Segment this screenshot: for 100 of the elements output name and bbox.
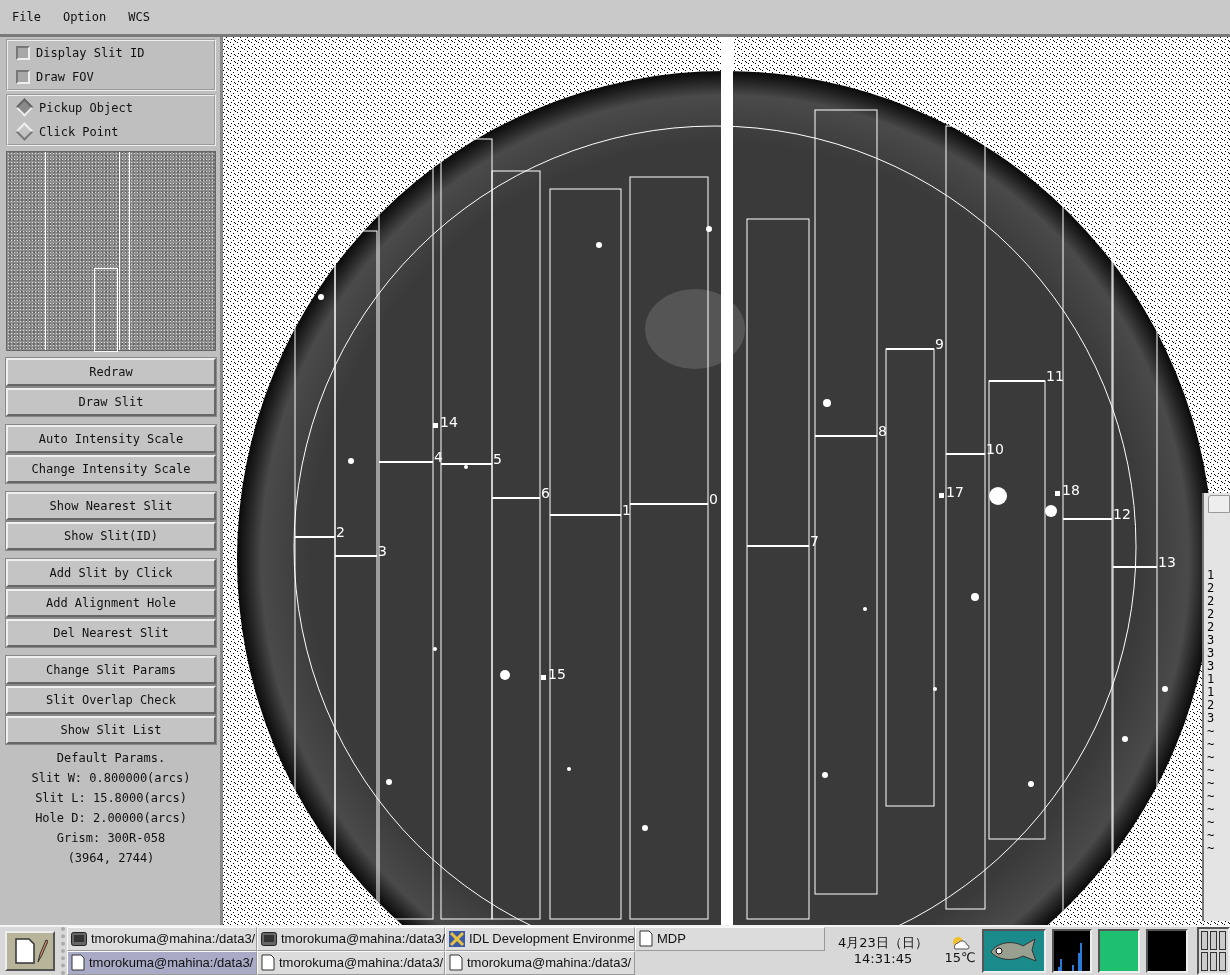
command-button[interactable]: Show Slit List [6, 715, 216, 744]
checkbox[interactable] [16, 69, 30, 84]
command-button[interactable]: Draw Slit [6, 387, 216, 416]
terminal-line: ~ [1207, 776, 1216, 790]
memory-meter [1098, 928, 1140, 973]
command-button[interactable]: Show Slit(ID) [6, 521, 216, 550]
terminal-icon [261, 931, 277, 946]
terminal-line: ~ [1207, 737, 1216, 751]
command-button[interactable]: Slit Overlap Check [6, 685, 216, 714]
menu-item[interactable]: File [12, 9, 41, 24]
workspace-thumbnail[interactable] [1210, 930, 1217, 950]
terminal-line: 1 [1207, 568, 1216, 582]
document-icon [449, 954, 463, 972]
menu-item[interactable]: Option [62, 9, 107, 24]
terminal-line: ~ [1207, 763, 1216, 777]
hole-marker [541, 674, 546, 680]
terminal-line: 2 [1207, 581, 1216, 595]
slit-label: 1 [622, 501, 631, 518]
time-text: 14:31:45 [853, 950, 913, 967]
weather-icon [950, 936, 970, 951]
slit-label: 5 [493, 450, 502, 467]
param-text: Grism: 300R-058 [56, 830, 166, 845]
slit-label: 3 [378, 542, 387, 559]
hole-label: 17 [946, 483, 964, 500]
terminal-line: ~ [1207, 802, 1216, 816]
hole-marker [1055, 490, 1060, 496]
terminal-line: 3 [1207, 646, 1216, 660]
terminal-icon [71, 931, 87, 946]
task-button[interactable]: tmorokuma@mahina:/data3/ [445, 950, 635, 975]
command-button[interactable]: Del Nearest Slit [6, 618, 216, 647]
task-button[interactable]: tmorokuma@mahina:/data3/ [257, 926, 445, 951]
slit-label: 6 [541, 484, 550, 501]
slit-label: 13 [1158, 553, 1176, 570]
command-button[interactable]: Auto Intensity Scale [6, 424, 216, 453]
slit-label: 12 [1113, 505, 1131, 522]
hole-label: 18 [1062, 481, 1080, 498]
temperature-text: 15℃ [944, 950, 976, 966]
param-text: (3964, 2744) [67, 850, 155, 865]
hole-label: 14 [440, 413, 458, 430]
slit-label: 7 [810, 532, 819, 549]
param-text: Slit W: 0.800000(arcs) [31, 770, 191, 785]
terminal-line: 2 [1207, 607, 1216, 621]
slit-label: 8 [878, 422, 887, 439]
terminal-line: 2 [1207, 698, 1216, 712]
slit-label: 0 [709, 490, 718, 507]
document-icon [639, 930, 653, 948]
slit-label: 4 [434, 448, 443, 465]
workspace-thumbnail[interactable] [1219, 951, 1226, 971]
checkbox[interactable] [16, 45, 30, 60]
task-button[interactable]: tmorokuma@mahina:/data3/ [257, 950, 445, 975]
terminal-line: ~ [1207, 724, 1216, 738]
terminal-line: 2 [1207, 594, 1216, 608]
terminal-line: ~ [1207, 841, 1216, 855]
slit-label: 11 [1046, 367, 1064, 384]
command-button[interactable]: Add Alignment Hole [6, 588, 216, 617]
network-monitor [1146, 928, 1188, 973]
workspace-thumbnail[interactable] [1219, 930, 1226, 950]
notepad-icon [12, 935, 48, 966]
command-button[interactable]: Change Slit Params [6, 655, 216, 684]
param-text: Hole D: 2.00000(arcs) [35, 810, 187, 825]
command-button[interactable]: Add Slit by Click [6, 558, 216, 587]
terminal-line: ~ [1207, 828, 1216, 842]
hole-marker [939, 492, 944, 498]
hole-label: 15 [548, 665, 566, 682]
document-icon [261, 954, 275, 972]
checkbox-label: Display Slit ID [36, 45, 145, 60]
workspace-thumbnail[interactable] [1210, 951, 1217, 971]
slit-label: 9 [935, 335, 944, 352]
task-button[interactable]: tmorokuma@mahina:/data3/ [67, 950, 257, 975]
terminal-line: 3 [1207, 659, 1216, 673]
command-button[interactable]: Change Intensity Scale [6, 454, 216, 483]
terminal-line: 3 [1207, 633, 1216, 647]
terminal-line: 1 [1207, 672, 1216, 686]
workspace-thumbnail[interactable] [1201, 930, 1208, 950]
launcher-button[interactable] [5, 930, 55, 971]
date-text: 4月23日（日） [838, 934, 928, 951]
terminal-line: ~ [1207, 789, 1216, 803]
workspace-thumbnail[interactable] [1201, 951, 1208, 971]
app-icon [449, 930, 465, 947]
task-button[interactable]: MDP [635, 926, 825, 951]
document-icon [71, 954, 85, 972]
command-button[interactable]: Redraw [6, 357, 216, 386]
hole-marker [433, 422, 438, 428]
radio-label: Click Point [39, 124, 119, 139]
command-button[interactable]: Show Nearest Slit [6, 491, 216, 520]
terminal-line: ~ [1207, 815, 1216, 829]
param-text: Default Params. [56, 750, 166, 765]
slit-label: 2 [336, 523, 345, 540]
fish-applet[interactable] [982, 928, 1046, 973]
terminal-line: 3 [1207, 711, 1216, 725]
terminal-line: 1 [1207, 685, 1216, 699]
task-button[interactable]: tmorokuma@mahina:/data3/ [67, 926, 257, 951]
menu-item[interactable]: WCS [128, 9, 150, 24]
checkbox-label: Draw FOV [36, 69, 94, 84]
param-text: Slit L: 15.8000(arcs) [35, 790, 187, 805]
terminal-line: 2 [1207, 620, 1216, 634]
task-button[interactable]: IDL Development Environme [445, 926, 635, 951]
slit-label: 10 [986, 440, 1004, 457]
terminal-line: ~ [1207, 750, 1216, 764]
radio-label: Pickup Object [39, 100, 133, 115]
